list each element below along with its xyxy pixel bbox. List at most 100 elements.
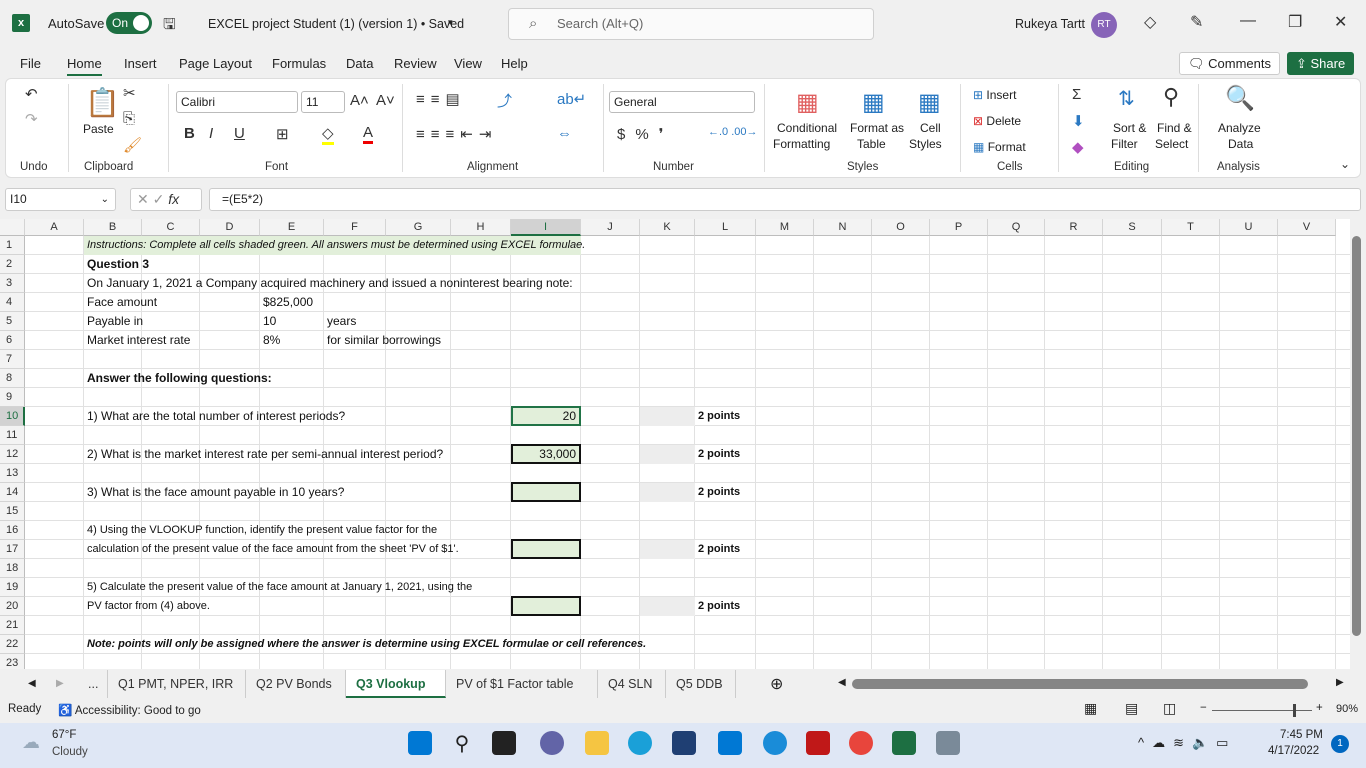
- borders-icon[interactable]: ⊞: [276, 125, 289, 143]
- row-header-9[interactable]: 9: [0, 388, 25, 407]
- cell[interactable]: 2 points: [695, 407, 743, 426]
- enter-icon[interactable]: ✓: [153, 191, 165, 207]
- column-header-I[interactable]: I: [511, 219, 581, 236]
- find-label2[interactable]: Select: [1155, 137, 1188, 151]
- find-label1[interactable]: Find &: [1157, 121, 1192, 135]
- spreadsheet-grid[interactable]: ABCDEFGHIJKLMNOPQRSTUV123456789101112131…: [0, 219, 1350, 669]
- row-header-20[interactable]: 20: [0, 597, 25, 616]
- cut-icon[interactable]: ✂: [123, 84, 136, 102]
- font-name-dropdown[interactable]: Calibri: [176, 91, 298, 113]
- column-header-M[interactable]: M: [756, 219, 814, 236]
- format-as-table-label1[interactable]: Format as: [850, 121, 904, 135]
- edge-icon[interactable]: [628, 731, 652, 755]
- sheet-tab[interactable]: Q5 DDB: [666, 670, 736, 698]
- sheet-tab[interactable]: ...: [78, 670, 108, 698]
- cell[interactable]: [640, 445, 695, 464]
- clock-time[interactable]: 7:45 PM: [1280, 729, 1323, 741]
- tab-home[interactable]: Home: [67, 56, 102, 76]
- cell[interactable]: [511, 596, 581, 616]
- system-tray-icons[interactable]: ^☁≋🔈▭: [1138, 735, 1236, 751]
- tab-page-layout[interactable]: Page Layout: [179, 56, 252, 71]
- format-cells-button[interactable]: ▦ Format: [973, 140, 1026, 154]
- tab-review[interactable]: Review: [394, 56, 437, 71]
- fill-icon[interactable]: ⬇: [1072, 112, 1085, 130]
- row-header-14[interactable]: 14: [0, 483, 25, 502]
- pen-icon[interactable]: ✎: [1190, 12, 1203, 32]
- fill-color-icon[interactable]: ◇: [322, 124, 334, 145]
- column-header-B[interactable]: B: [84, 219, 142, 236]
- underline-icon[interactable]: U: [234, 125, 245, 142]
- add-sheet-icon[interactable]: ⊕: [770, 674, 783, 694]
- tab-formulas[interactable]: Formulas: [272, 56, 326, 71]
- sheet-tab[interactable]: Q4 SLN: [598, 670, 666, 698]
- notification-badge[interactable]: 1: [1331, 735, 1349, 753]
- analyze-label1[interactable]: Analyze: [1218, 121, 1261, 135]
- cell[interactable]: Question 3: [84, 255, 152, 274]
- column-header-L[interactable]: L: [695, 219, 756, 236]
- zoom-level[interactable]: 90%: [1336, 703, 1358, 715]
- prev-sheet-icon[interactable]: ◀: [28, 678, 36, 689]
- conditional-formatting-label2[interactable]: Formatting: [773, 137, 830, 151]
- font-size-dropdown[interactable]: 11: [301, 91, 345, 113]
- cell[interactable]: Instructions: Complete all cells shaded …: [84, 236, 581, 255]
- cell[interactable]: Face amount: [84, 293, 160, 312]
- sheet-tab[interactable]: Q1 PMT, NPER, IRR: [108, 670, 246, 698]
- sheet-tab[interactable]: PV of $1 Factor table: [446, 670, 598, 698]
- excel-taskbar-icon[interactable]: [892, 731, 916, 755]
- share-button[interactable]: ⇪ Share: [1287, 52, 1354, 75]
- cell[interactable]: 4) Using the VLOOKUP function, identify …: [84, 521, 440, 540]
- format-painter-icon[interactable]: 🖌: [123, 136, 142, 154]
- cell[interactable]: [511, 539, 581, 559]
- row-header-19[interactable]: 19: [0, 578, 25, 597]
- scroll-right-icon[interactable]: ▶: [1336, 677, 1344, 688]
- row-header-22[interactable]: 22: [0, 635, 25, 654]
- user-name[interactable]: Rukeya Tartt: [1015, 17, 1085, 31]
- row-header-17[interactable]: 17: [0, 540, 25, 559]
- calculator-icon[interactable]: [936, 731, 960, 755]
- sheet-tab[interactable]: Q2 PV Bonds: [246, 670, 346, 698]
- tab-view[interactable]: View: [454, 56, 482, 71]
- row-header-16[interactable]: 16: [0, 521, 25, 540]
- format-as-table-label2[interactable]: Table: [857, 137, 886, 151]
- weather-temp[interactable]: 67°F: [52, 729, 76, 741]
- document-title[interactable]: EXCEL project Student (1) (version 1) • …: [208, 17, 464, 31]
- cell[interactable]: $825,000: [260, 293, 316, 312]
- row-header-2[interactable]: 2: [0, 255, 25, 274]
- cell[interactable]: 2 points: [695, 445, 743, 464]
- row-header-10[interactable]: 10: [0, 407, 25, 426]
- cell[interactable]: years: [324, 312, 359, 331]
- cell[interactable]: 5) Calculate the present value of the fa…: [84, 578, 475, 597]
- mcafee-icon[interactable]: [806, 731, 830, 755]
- accessibility-status[interactable]: ♿ Accessibility: Good to go: [58, 703, 201, 717]
- column-header-K[interactable]: K: [640, 219, 695, 236]
- find-select-icon[interactable]: ⚲: [1163, 84, 1179, 110]
- analyze-label2[interactable]: Data: [1228, 137, 1253, 151]
- analyze-data-icon[interactable]: 🔍: [1225, 84, 1255, 113]
- cell[interactable]: [511, 482, 581, 502]
- app-icon[interactable]: [718, 731, 742, 755]
- conditional-formatting-label1[interactable]: Conditional: [777, 121, 837, 135]
- cell[interactable]: Answer the following questions:: [84, 369, 275, 388]
- cell[interactable]: Payable in: [84, 312, 146, 331]
- cell[interactable]: [640, 540, 695, 559]
- scroll-left-icon[interactable]: ◀: [838, 677, 846, 688]
- start-icon[interactable]: [408, 731, 432, 755]
- wrap-text-icon[interactable]: ab↵: [557, 90, 586, 108]
- cell[interactable]: [640, 597, 695, 616]
- row-header-15[interactable]: 15: [0, 502, 25, 521]
- close-icon[interactable]: ✕: [1334, 12, 1347, 32]
- avatar[interactable]: RT: [1091, 12, 1117, 38]
- sheet-tab[interactable]: Q3 Vlookup: [346, 670, 446, 698]
- column-header-D[interactable]: D: [200, 219, 260, 236]
- normal-view-icon[interactable]: ▦: [1084, 700, 1097, 717]
- tab-insert[interactable]: Insert: [124, 56, 157, 71]
- insert-cells-button[interactable]: ⊞ Insert: [973, 88, 1016, 102]
- help-icon[interactable]: [763, 731, 787, 755]
- sort-label1[interactable]: Sort &: [1113, 121, 1146, 135]
- column-header-A[interactable]: A: [25, 219, 84, 236]
- orientation-icon[interactable]: ⤴: [497, 90, 512, 111]
- collapse-ribbon-icon[interactable]: ⌄: [1340, 157, 1350, 171]
- cell-styles-icon[interactable]: ▦: [918, 88, 941, 117]
- zoom-in-icon[interactable]: +: [1316, 702, 1323, 714]
- cell[interactable]: On January 1, 2021 a Company acquired ma…: [84, 274, 576, 293]
